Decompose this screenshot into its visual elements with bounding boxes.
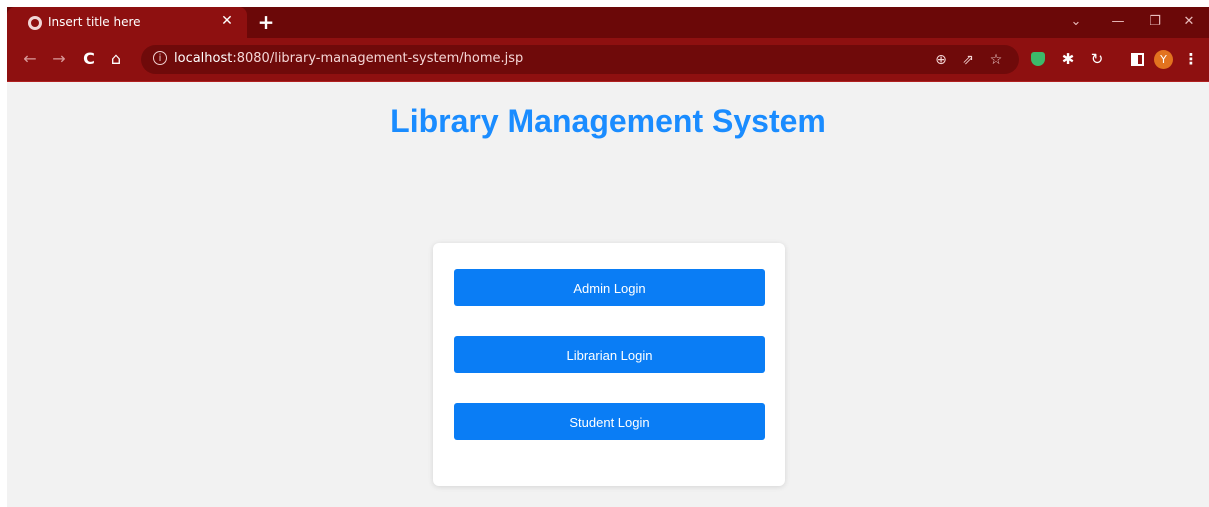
close-window-button[interactable]: ✕ <box>1174 11 1204 33</box>
tab-strip: Insert title here ✕ + ⌄ — ❐ ✕ <box>7 7 1209 38</box>
tab-close-icon[interactable]: ✕ <box>219 13 235 29</box>
tab-title: Insert title here <box>48 15 141 29</box>
share-icon[interactable]: ⇗ <box>958 50 978 70</box>
side-panel-icon[interactable] <box>1131 53 1144 66</box>
url-text[interactable]: localhost:8080/library-management-system… <box>174 51 523 66</box>
menu-kebab-icon[interactable]: ⋮ <box>1180 48 1202 70</box>
new-tab-button[interactable]: + <box>255 11 277 33</box>
back-button[interactable]: ← <box>19 48 41 70</box>
url-path: :8080/library-management-system/home.jsp <box>232 51 524 66</box>
tab-active[interactable]: Insert title here ✕ <box>7 7 247 38</box>
page-content: Library Management System Admin Login Li… <box>7 82 1209 507</box>
address-bar[interactable]: i localhost:8080/library-management-syst… <box>141 45 1019 74</box>
reload-button[interactable]: C <box>78 48 100 70</box>
sync-extension-icon[interactable]: ↻ <box>1086 48 1108 70</box>
librarian-login-button[interactable]: Librarian Login <box>454 336 765 373</box>
globe-icon <box>28 16 42 30</box>
login-card: Admin Login Librarian Login Student Logi… <box>433 243 785 486</box>
restore-button[interactable]: ❐ <box>1140 11 1170 33</box>
forward-button[interactable]: → <box>48 48 70 70</box>
bookmark-star-icon[interactable]: ☆ <box>986 50 1006 70</box>
admin-login-button[interactable]: Admin Login <box>454 269 765 306</box>
url-host: localhost <box>174 51 233 66</box>
home-button[interactable]: ⌂ <box>105 48 127 70</box>
zoom-icon[interactable]: ⊕ <box>931 50 951 70</box>
page-title: Library Management System <box>390 103 826 139</box>
tab-search-chevron-icon[interactable]: ⌄ <box>1061 11 1091 33</box>
browser-window: Insert title here ✕ + ⌄ — ❐ ✕ ← → C ⌂ i … <box>7 7 1209 507</box>
profile-avatar[interactable]: Y <box>1154 50 1173 69</box>
browser-toolbar: ← → C ⌂ i localhost:8080/library-managem… <box>7 38 1209 82</box>
student-login-button[interactable]: Student Login <box>454 403 765 440</box>
shield-extension-icon[interactable] <box>1031 52 1045 66</box>
minimize-button[interactable]: — <box>1103 11 1133 33</box>
site-info-icon[interactable]: i <box>153 51 167 65</box>
extensions-puzzle-icon[interactable]: ✱ <box>1057 48 1079 70</box>
